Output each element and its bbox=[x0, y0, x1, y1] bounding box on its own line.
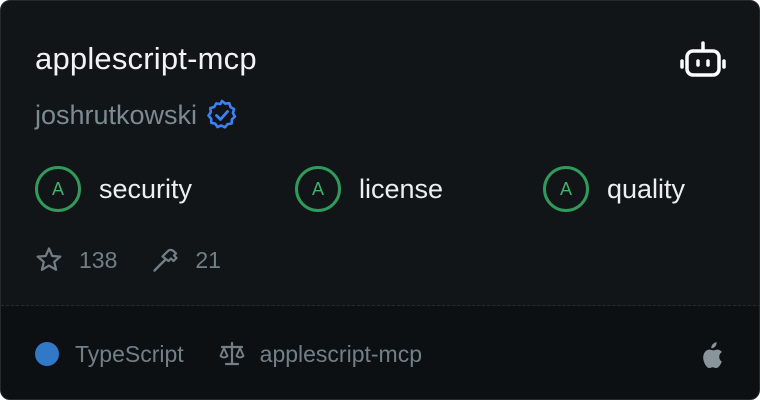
scale-icon bbox=[219, 341, 245, 366]
star-icon bbox=[36, 247, 62, 271]
stars-count: 138 bbox=[79, 247, 118, 273]
language-color-dot bbox=[35, 342, 59, 366]
footer-meta: TypeScript applescript-mcp bbox=[35, 336, 422, 372]
security-grade-label: security bbox=[99, 174, 193, 204]
card-footer: TypeScript applescript-mcp bbox=[1, 306, 759, 399]
quality-grade-badge: A bbox=[543, 166, 589, 212]
apple-icon bbox=[703, 342, 722, 369]
security-grade[interactable]: A security bbox=[35, 166, 192, 212]
author-name[interactable]: joshrutkowski bbox=[35, 97, 197, 133]
stats-row: 138 21 bbox=[35, 243, 221, 277]
author-row: joshrutkowski bbox=[35, 97, 238, 133]
security-grade-badge: A bbox=[35, 166, 81, 212]
tools-stat: 21 bbox=[151, 243, 221, 277]
server-title[interactable]: applescript-mcp bbox=[35, 37, 257, 81]
quality-grade[interactable]: A quality bbox=[543, 166, 685, 212]
verified-badge-icon bbox=[207, 99, 237, 129]
stars-stat: 138 bbox=[35, 243, 117, 277]
license-grade-label: license bbox=[359, 174, 444, 204]
server-card[interactable]: applescript-mcp joshrutkowski A security… bbox=[0, 0, 760, 400]
license-grade[interactable]: A license bbox=[295, 166, 443, 212]
hammer-icon bbox=[153, 248, 178, 272]
language-label: TypeScript bbox=[75, 340, 184, 367]
license-label: applescript-mcp bbox=[259, 340, 422, 367]
robot-icon bbox=[680, 41, 726, 77]
license-grade-badge: A bbox=[295, 166, 341, 212]
tools-count: 21 bbox=[195, 247, 221, 273]
quality-grade-label: quality bbox=[607, 174, 686, 204]
